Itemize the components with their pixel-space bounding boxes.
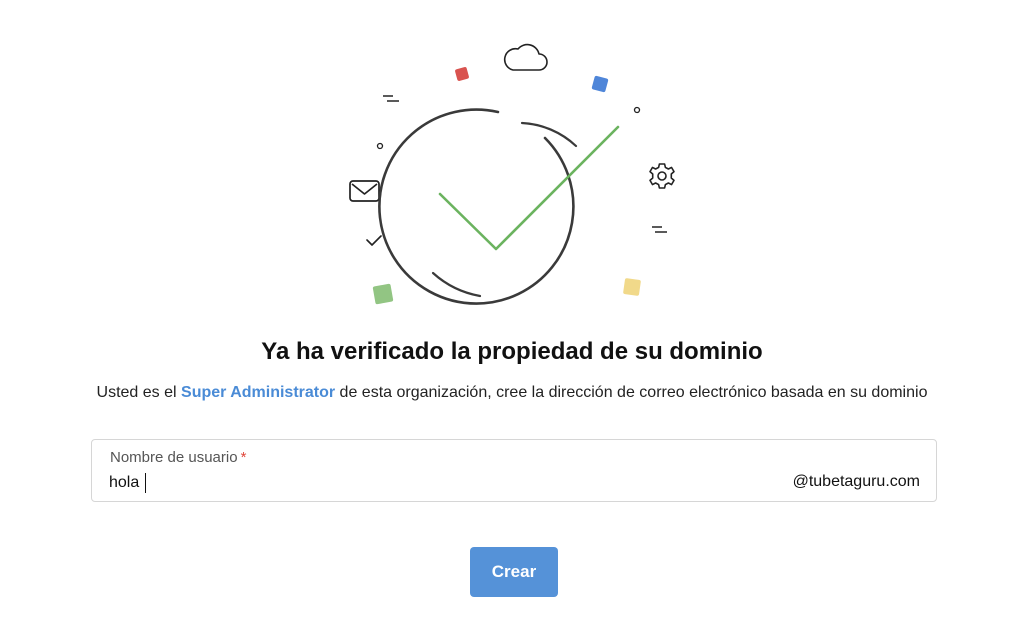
checkmark-icon xyxy=(366,235,382,246)
role-highlight: Super Administrator xyxy=(181,384,336,401)
username-field[interactable]: Nombre de usuario* @tubetaguru.com xyxy=(91,439,937,502)
username-field-label: Nombre de usuario * xyxy=(110,449,246,466)
big-circle-shape xyxy=(378,108,578,305)
page-title: Ya ha verificado la propiedad de su domi… xyxy=(261,338,763,365)
dash-lines-shape xyxy=(383,95,399,102)
success-checkmark-icon xyxy=(438,125,620,251)
username-label-text: Nombre de usuario xyxy=(110,449,238,466)
small-circle-shape xyxy=(633,106,641,114)
verification-success-page: Ya ha verificado la propiedad de su domi… xyxy=(0,0,1024,644)
envelope-icon xyxy=(349,180,380,202)
create-button[interactable]: Crear xyxy=(470,547,558,597)
success-illustration xyxy=(340,40,684,312)
success-illustration-svg xyxy=(349,43,675,305)
subtitle-suffix: de esta organización, cree la dirección … xyxy=(335,384,928,401)
page-subtitle: Usted es el Super Administrator de esta … xyxy=(0,384,1024,402)
green-square-shape xyxy=(372,283,394,305)
username-input[interactable] xyxy=(109,472,749,494)
dash-lines-shape xyxy=(652,226,667,233)
subtitle-prefix: Usted es el xyxy=(96,384,182,401)
cloud-icon xyxy=(503,43,548,71)
domain-suffix: @tubetaguru.com xyxy=(792,473,920,490)
blue-square-shape xyxy=(591,75,609,93)
small-circle-shape xyxy=(376,142,384,150)
red-square-shape xyxy=(455,67,469,81)
required-mark: * xyxy=(240,449,247,466)
text-caret xyxy=(145,473,146,493)
yellow-square-shape xyxy=(623,278,641,296)
gear-icon xyxy=(649,163,675,189)
